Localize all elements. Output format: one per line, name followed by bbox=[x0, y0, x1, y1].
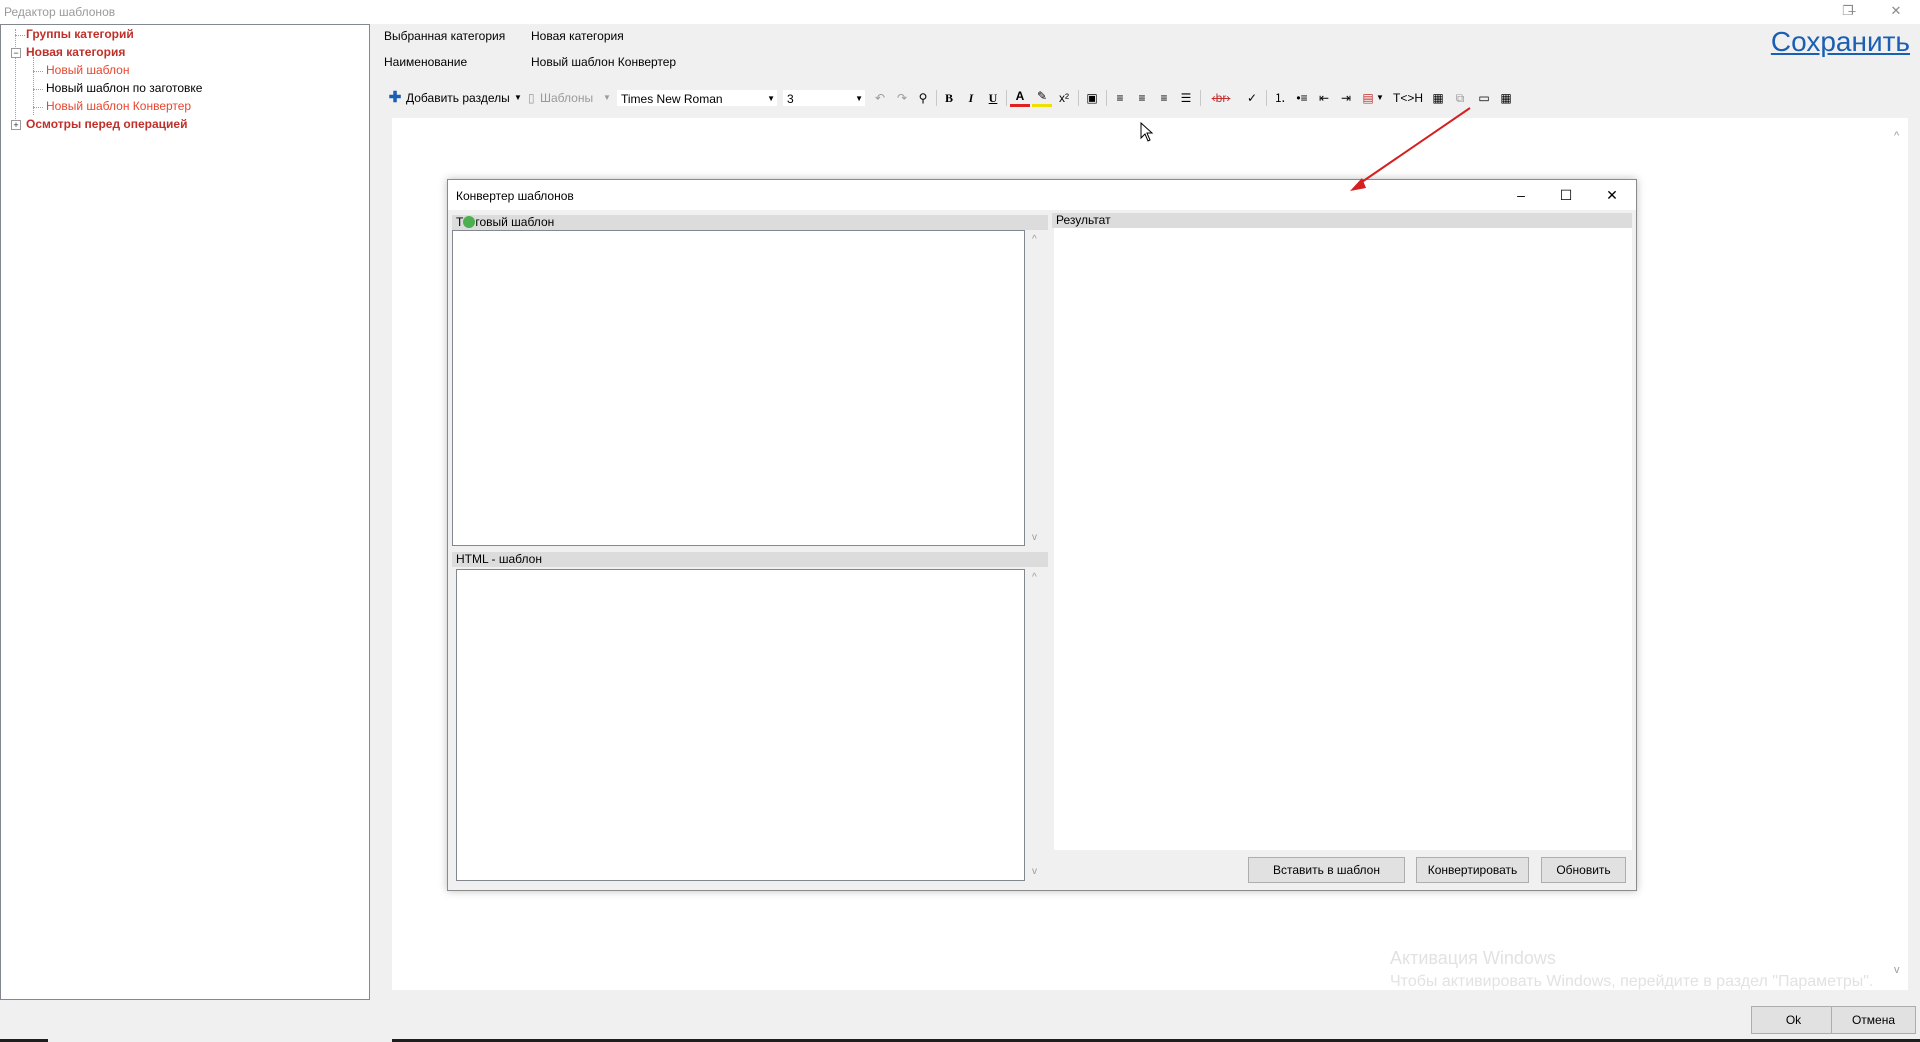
font-color-icon[interactable]: A bbox=[1010, 86, 1030, 107]
table-icon[interactable]: ▦ bbox=[1496, 86, 1516, 110]
html-template-input[interactable] bbox=[456, 569, 1025, 881]
tree-line bbox=[33, 107, 43, 108]
text-template-label-start: Т bbox=[456, 215, 464, 229]
undo-icon[interactable]: ↶ bbox=[872, 86, 888, 110]
watermark-subtitle: Чтобы активировать Windows, перейдите в … bbox=[1390, 973, 1874, 990]
chevron-down-icon[interactable]: ▼ bbox=[603, 86, 611, 110]
separator bbox=[1006, 90, 1007, 106]
ok-button[interactable]: Ok bbox=[1751, 1006, 1836, 1034]
dialog-minimize-icon[interactable]: – bbox=[1498, 180, 1544, 210]
tree-item-template-converter[interactable]: Новый шаблон Конвертер bbox=[46, 99, 191, 113]
category-tree[interactable]: − + Группы категорий Новая категория Нов… bbox=[0, 24, 370, 1000]
html-template-label: HTML - шаблон bbox=[456, 552, 542, 566]
result-preview[interactable] bbox=[1054, 228, 1632, 850]
numbered-list-icon[interactable]: ⒈ bbox=[1270, 86, 1290, 110]
scroll-up-icon[interactable]: ^ bbox=[1894, 130, 1899, 142]
scroll-up-icon[interactable]: ^ bbox=[1032, 572, 1037, 583]
scroll-down-icon[interactable]: v bbox=[1894, 964, 1900, 976]
separator bbox=[1078, 90, 1079, 106]
superscript-icon[interactable]: x² bbox=[1054, 86, 1074, 110]
editor-toolbar: ✚ Добавить разделы ▼ ▯ Шаблоны ▼ Times N… bbox=[384, 86, 1920, 110]
bullet-list-icon[interactable]: •≡ bbox=[1292, 86, 1312, 110]
bold-button[interactable]: B bbox=[940, 86, 958, 110]
scroll-down-icon[interactable]: v bbox=[1032, 866, 1037, 877]
info-badge-icon bbox=[463, 216, 476, 228]
chevron-down-icon[interactable]: ▼ bbox=[514, 86, 522, 110]
converter-dialog: Конвертер шаблонов – ☐ ✕ Тговый шаблон ^… bbox=[447, 179, 1637, 891]
dialog-close-icon[interactable]: ✕ bbox=[1589, 180, 1635, 210]
window-title: Редактор шаблонов bbox=[4, 5, 116, 19]
tree-item-template-from-blank[interactable]: Новый шаблон по заготовке bbox=[46, 81, 202, 95]
insert-into-template-button[interactable]: Вставить в шаблон bbox=[1248, 857, 1405, 883]
remove-format-icon[interactable]: ‹br› bbox=[1204, 86, 1238, 110]
find-icon[interactable]: ⚲ bbox=[914, 86, 932, 110]
justify-icon[interactable]: ☰ bbox=[1176, 86, 1196, 110]
watermark-title: Активация Windows bbox=[1390, 948, 1556, 968]
result-label: Результат bbox=[1056, 213, 1111, 227]
text-template-input[interactable] bbox=[452, 230, 1025, 546]
collapse-icon[interactable]: − bbox=[11, 48, 21, 58]
text-template-header: Тговый шаблон bbox=[452, 215, 1048, 230]
spellcheck-icon[interactable]: ✓ bbox=[1242, 86, 1262, 110]
font-family-select[interactable]: Times New Roman ▼ bbox=[616, 89, 778, 107]
plus-icon[interactable]: ✚ bbox=[388, 86, 402, 110]
font-size-select[interactable]: 3 ▼ bbox=[782, 89, 866, 107]
convert-button[interactable]: Конвертировать bbox=[1416, 857, 1529, 883]
text-template-label-end: говый шаблон bbox=[475, 215, 555, 229]
separator bbox=[1200, 90, 1201, 106]
name-label: Наименование bbox=[384, 55, 468, 69]
activation-watermark: Активация Windows Чтобы активировать Win… bbox=[1390, 946, 1873, 994]
expand-icon[interactable]: + bbox=[11, 120, 21, 130]
restore-icon[interactable]: ❐ bbox=[1826, 0, 1870, 24]
scroll-up-icon[interactable]: ^ bbox=[1032, 234, 1037, 245]
dialog-maximize-icon[interactable]: ☐ bbox=[1543, 180, 1589, 210]
outdent-icon[interactable]: ⇤ bbox=[1314, 86, 1334, 110]
tree-item-pre-op-exams[interactable]: Осмотры перед операцией bbox=[26, 117, 187, 131]
image-icon[interactable]: ▣ bbox=[1082, 86, 1102, 110]
tree-item-new-template[interactable]: Новый шаблон bbox=[46, 63, 129, 77]
underline-button[interactable]: U bbox=[984, 86, 1002, 110]
font-family-value: Times New Roman bbox=[621, 92, 723, 106]
category-value: Новая категория bbox=[531, 29, 624, 43]
italic-button[interactable]: I bbox=[962, 86, 980, 110]
separator bbox=[936, 90, 937, 106]
annotation-arrow bbox=[1350, 107, 1471, 191]
redo-icon[interactable]: ↷ bbox=[894, 86, 910, 110]
chevron-down-icon: ▼ bbox=[767, 94, 775, 103]
result-header: Результат bbox=[1052, 213, 1632, 228]
dialog-title: Конвертер шаблонов bbox=[456, 189, 574, 203]
save-link[interactable]: Сохранить bbox=[1771, 26, 1910, 58]
separator bbox=[1106, 90, 1107, 106]
name-value: Новый шаблон Конвертер bbox=[531, 55, 677, 69]
align-center-icon[interactable]: ≡ bbox=[1132, 86, 1152, 110]
font-size-value: 3 bbox=[787, 92, 794, 106]
window-titlebar: Редактор шаблонов – ❐ ✕ bbox=[0, 0, 1920, 24]
mouse-cursor-icon bbox=[1140, 122, 1154, 142]
html-template-header: HTML - шаблон bbox=[452, 552, 1048, 567]
tree-line bbox=[33, 89, 43, 90]
tree-line bbox=[15, 35, 25, 36]
separator bbox=[1266, 90, 1267, 106]
highlight-icon[interactable]: ✎ bbox=[1032, 86, 1052, 107]
cancel-button[interactable]: Отмена bbox=[1831, 1006, 1916, 1034]
tree-item-category-groups[interactable]: Группы категорий bbox=[26, 27, 134, 41]
close-icon[interactable]: ✕ bbox=[1874, 0, 1918, 24]
refresh-button[interactable]: Обновить bbox=[1541, 857, 1626, 883]
add-sections-button[interactable]: Добавить разделы bbox=[406, 86, 510, 110]
tree-line bbox=[33, 71, 43, 72]
tree-item-new-category[interactable]: Новая категория bbox=[26, 45, 125, 59]
chevron-down-icon: ▼ bbox=[855, 94, 863, 103]
template-doc-icon: ▯ bbox=[528, 91, 535, 105]
align-right-icon[interactable]: ≡ bbox=[1154, 86, 1174, 110]
category-label: Выбранная категория bbox=[384, 29, 506, 43]
align-left-icon[interactable]: ≡ bbox=[1110, 86, 1130, 110]
templates-button[interactable]: Шаблоны bbox=[540, 86, 593, 110]
tree-line bbox=[15, 29, 16, 129]
scroll-down-icon[interactable]: v bbox=[1032, 532, 1037, 543]
